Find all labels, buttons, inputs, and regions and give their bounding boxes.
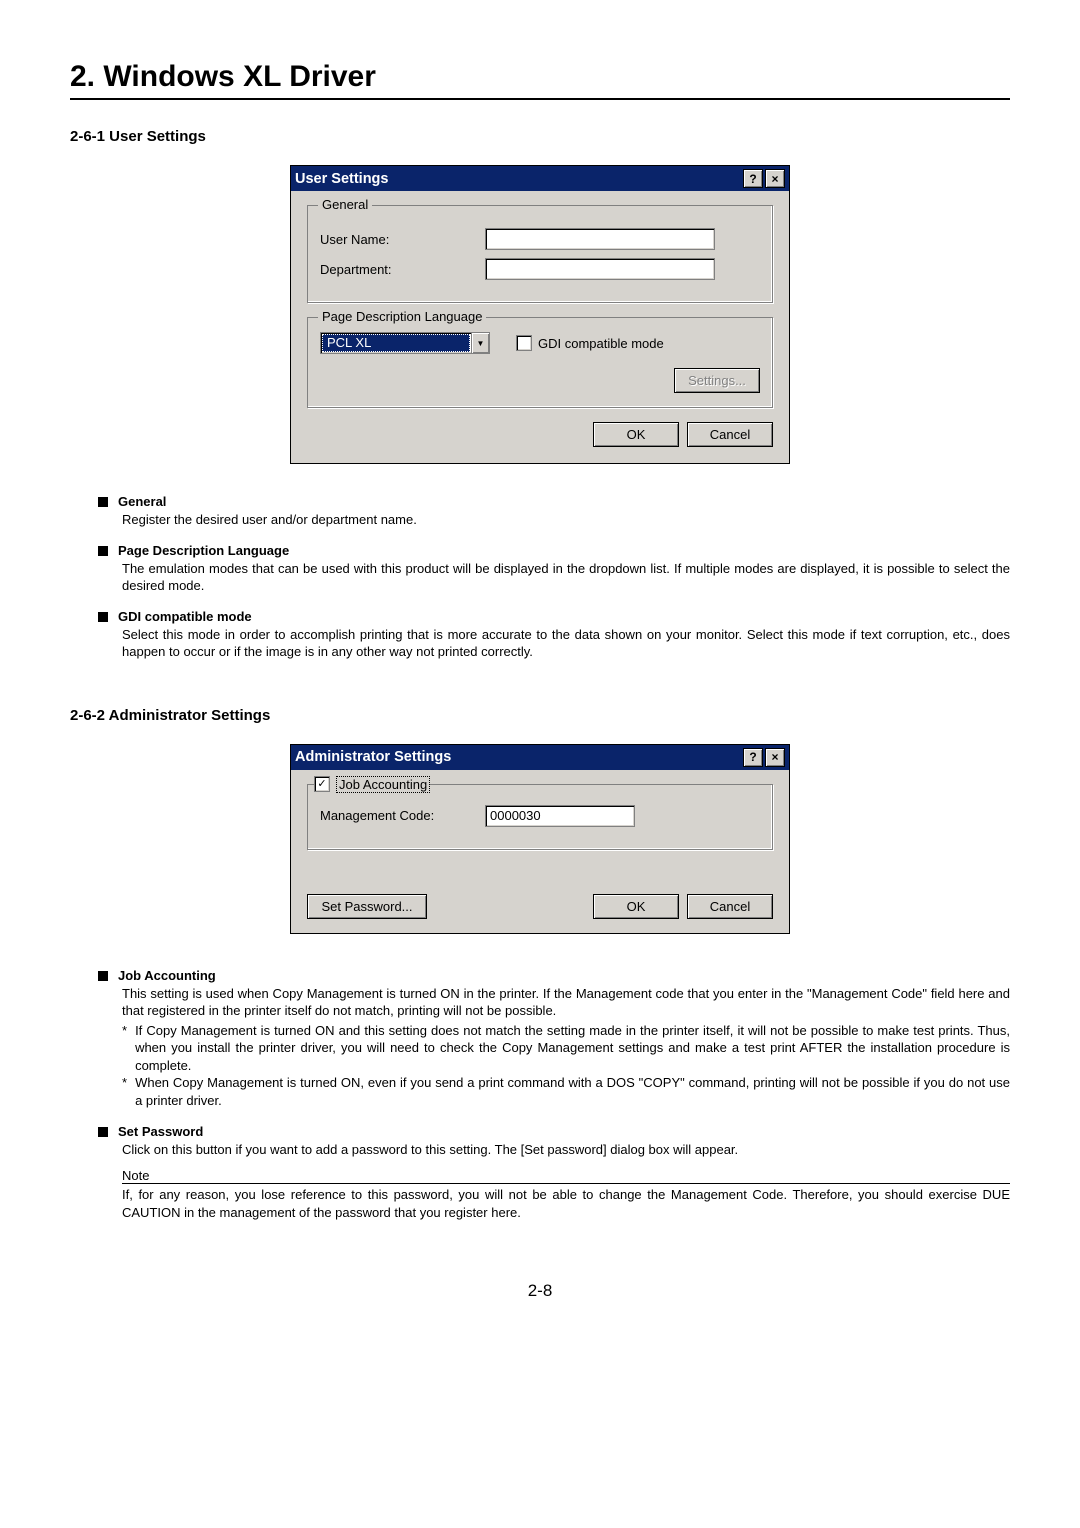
note-label: Note — [122, 1168, 1010, 1184]
desc-body-job-accounting: This setting is used when Copy Managemen… — [122, 985, 1010, 1020]
desc-title-job-accounting: Job Accounting — [118, 968, 216, 983]
desc-title-pdl: Page Description Language — [118, 543, 289, 558]
group-job-accounting: ✓ Job Accounting Management Code: — [307, 784, 773, 850]
close-icon[interactable]: × — [765, 169, 785, 188]
bullet-icon — [98, 1127, 108, 1137]
label-mgmt-code: Management Code: — [320, 808, 485, 823]
group-general-legend: General — [318, 197, 372, 212]
asterisk-icon: * — [122, 1074, 127, 1109]
figure-user-settings-dialog: User Settings ? × General User Name: Dep… — [70, 165, 1010, 464]
settings-button[interactable]: Settings... — [674, 368, 760, 393]
set-password-button[interactable]: Set Password... — [307, 894, 427, 919]
mgmt-code-input[interactable] — [485, 805, 635, 827]
cancel-button[interactable]: Cancel — [687, 894, 773, 919]
help-icon[interactable]: ? — [743, 748, 763, 767]
close-icon[interactable]: × — [765, 748, 785, 767]
asterisk-item-2: When Copy Management is turned ON, even … — [135, 1074, 1010, 1109]
page-number: 2-8 — [70, 1281, 1010, 1301]
gdi-checkbox[interactable] — [516, 335, 532, 351]
figure-admin-settings-dialog: Administrator Settings ? × ✓ Job Account… — [70, 744, 1010, 934]
label-job-accounting: Job Accounting — [336, 776, 430, 793]
bullet-icon — [98, 546, 108, 556]
group-job-accounting-legend: ✓ Job Accounting — [314, 776, 430, 793]
desc-body-pdl: The emulation modes that can be used wit… — [122, 560, 1010, 595]
dialog-title: Administrator Settings — [295, 749, 741, 765]
desc-title-general: General — [118, 494, 166, 509]
desc-body-set-password: Click on this button if you want to add … — [122, 1141, 1010, 1159]
asterisk-item-1: If Copy Management is turned ON and this… — [135, 1022, 1010, 1075]
bullet-icon — [98, 612, 108, 622]
ok-button[interactable]: OK — [593, 422, 679, 447]
label-user-name: User Name: — [320, 232, 485, 247]
desc-title-set-password: Set Password — [118, 1124, 203, 1139]
label-gdi-mode: GDI compatible mode — [538, 336, 664, 351]
asterisk-icon: * — [122, 1022, 127, 1075]
desc-body-general: Register the desired user and/or departm… — [122, 511, 1010, 529]
admin-settings-dialog: Administrator Settings ? × ✓ Job Account… — [290, 744, 790, 934]
desc-title-gdi: GDI compatible mode — [118, 609, 252, 624]
help-icon[interactable]: ? — [743, 169, 763, 188]
user-settings-dialog: User Settings ? × General User Name: Dep… — [290, 165, 790, 464]
desc-body-gdi: Select this mode in order to accomplish … — [122, 626, 1010, 661]
job-accounting-checkbox[interactable]: ✓ — [314, 776, 330, 792]
cancel-button[interactable]: Cancel — [687, 422, 773, 447]
section-heading-user-settings: 2-6-1 User Settings — [70, 128, 1010, 145]
pdl-dropdown[interactable]: PCL XL — [320, 332, 490, 354]
bullet-icon — [98, 971, 108, 981]
admin-settings-titlebar: Administrator Settings ? × — [291, 745, 789, 770]
chapter-title: 2. Windows XL Driver — [70, 60, 1010, 100]
chevron-down-icon[interactable] — [471, 333, 489, 353]
group-pdl-legend: Page Description Language — [318, 309, 486, 324]
group-pdl: Page Description Language PCL XL GDI com… — [307, 317, 773, 408]
dialog-title: User Settings — [295, 171, 741, 187]
bullet-icon — [98, 497, 108, 507]
pdl-dropdown-value: PCL XL — [322, 334, 470, 352]
note-body: If, for any reason, you lose reference t… — [122, 1186, 1010, 1221]
label-department: Department: — [320, 262, 485, 277]
section-heading-admin-settings: 2-6-2 Administrator Settings — [70, 707, 1010, 724]
user-name-input[interactable] — [485, 228, 715, 250]
group-general: General User Name: Department: — [307, 205, 773, 303]
ok-button[interactable]: OK — [593, 894, 679, 919]
user-settings-titlebar: User Settings ? × — [291, 166, 789, 191]
department-input[interactable] — [485, 258, 715, 280]
